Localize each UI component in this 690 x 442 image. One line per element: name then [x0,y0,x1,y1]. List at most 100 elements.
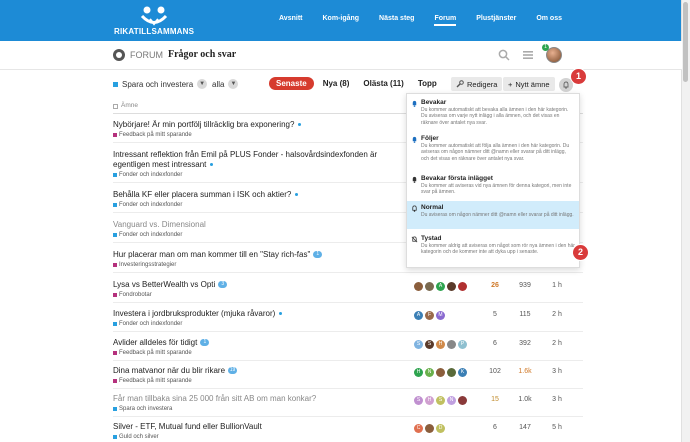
reply-count: 6 [493,424,497,431]
hamburger-menu-icon[interactable] [522,49,534,61]
logo-text: RIKATILLSAMMANS [114,27,195,36]
edit-button-label: Redigera [467,79,498,89]
avatar[interactable]: H [436,340,445,349]
avatar[interactable]: M [436,311,445,320]
view-count: 392 [519,340,531,347]
avatar[interactable] [414,282,423,291]
nav-item-forum[interactable]: Forum [434,15,456,26]
activity-time[interactable]: 1 h [545,282,569,289]
avatar[interactable]: A [436,282,445,291]
unread-count-badge[interactable]: 3 [218,281,228,289]
avatar[interactable] [436,368,445,377]
activity-time[interactable]: 3 h [545,396,569,403]
unread-count-badge[interactable]: 1 [313,251,323,259]
unread-count-badge[interactable]: 19 [228,367,238,375]
tag-filter-dropdown[interactable]: alla ▼ [212,79,239,89]
activity-time[interactable]: 3 h [545,368,569,375]
nav-item-plustjanster[interactable]: Plustjänster [476,15,516,22]
notification-option-foljer[interactable]: Följer Du kommer automatiskt att följa a… [407,132,579,165]
avatar[interactable]: C [414,424,423,433]
bell-filled-icon [412,176,417,183]
notification-option-bevakar-forsta[interactable]: Bevakar första inlägget Du kommer att av… [407,172,579,199]
avatar[interactable]: S [414,340,423,349]
forum-label[interactable]: FORUM [130,50,163,60]
poster-avatars: S S H P [414,340,467,349]
avatar[interactable]: S [425,340,434,349]
annotation-marker-1: 1 [571,69,586,84]
avatar[interactable] [458,282,467,291]
avatar[interactable] [425,424,434,433]
topic-category[interactable]: Feedback på mitt sparande [113,350,583,356]
nav-item-kom-igang[interactable]: Kom-igång [322,15,359,22]
unread-count-badge[interactable]: 1 [200,339,210,347]
table-row[interactable]: Silver - ETF, Mutual fund eller BullionV… [113,422,583,442]
bell-outline-icon [412,205,417,212]
notification-option-bevakar[interactable]: Bevakar Du kommer automatiskt att bevaka… [407,96,579,129]
user-avatar[interactable]: 1 [542,44,562,63]
activity-time[interactable]: 2 h [545,340,569,347]
option-description: Du kommer att aviseras vid nya ämnen för… [421,183,572,196]
avatar[interactable] [458,396,467,405]
topic-category[interactable]: Fonder och indexfonder [113,321,583,327]
avatar[interactable]: N [425,368,434,377]
activity-time[interactable]: 2 h [545,311,569,318]
nav-item-nasta-steg[interactable]: Nästa steg [379,15,414,22]
new-topic-label: Nytt ämne [515,79,550,89]
top-navigation: RIKATILLSAMMANS Avsnitt Kom-igång Nästa … [0,0,682,41]
avatar[interactable] [447,340,456,349]
avatar[interactable]: K [458,368,467,377]
search-icon[interactable] [498,49,510,61]
table-row[interactable]: Lysa vs BetterWealth vs Opti 3 Fondrobota… [113,280,583,303]
bell-icon [563,81,569,89]
activity-time[interactable]: 5 h [545,424,569,431]
avatar[interactable]: A [414,311,423,320]
view-count: 147 [519,424,531,431]
new-topic-button[interactable]: + Nytt ämne [503,77,555,91]
category-swatch [113,435,117,439]
bell-filled-icon [412,100,417,107]
avatar[interactable]: N [447,396,456,405]
select-checkbox-icon[interactable] [113,104,118,109]
topic-category[interactable]: Feedback på mitt sparande [113,378,583,384]
avatar[interactable]: F [425,311,434,320]
edit-category-button[interactable]: Redigera [451,77,503,91]
avatar[interactable] [447,368,456,377]
topic-category[interactable]: Fondrobotar [113,292,583,298]
tab-nya[interactable]: Nya (8) [318,77,355,90]
table-row[interactable]: Får man tillbaka sina 25 000 från sitt A… [113,394,583,417]
tab-topp[interactable]: Topp [413,77,442,90]
site-logo[interactable]: RIKATILLSAMMANS [114,5,194,37]
topic-column-header[interactable]: Ämne [121,102,138,109]
nav-item-avsnitt[interactable]: Avsnitt [279,15,302,22]
avatar[interactable]: P [458,340,467,349]
notification-option-normal[interactable]: Normal Du aviseras om någon nämner ditt … [407,201,579,229]
category-filter-dropdown[interactable]: Spara och investera ▼ [113,79,208,89]
category-notifications-button[interactable] [559,78,573,92]
avatar[interactable] [425,282,434,291]
avatar[interactable]: D [436,424,445,433]
notification-option-tystad[interactable]: Tystad Du kommer aldrig att aviseras om … [407,232,579,259]
avatar[interactable]: H [414,368,423,377]
scrollbar-thumb[interactable] [683,2,688,82]
topic-title[interactable]: Intressant reflektion från Emil på PLUS … [113,150,403,170]
tab-olasta[interactable]: Olästa (11) [358,77,408,90]
table-row[interactable]: Dina matvanor när du blir rikare 19 Feedb… [113,366,583,389]
new-topic-dot [295,193,299,197]
nav-item-om-oss[interactable]: Om oss [536,15,562,22]
category-swatch [113,133,117,137]
table-row[interactable]: Investera i jordbruksprodukter (mjuka rå… [113,309,583,332]
topic-category[interactable]: Guld och silver [113,434,583,440]
avatar[interactable]: S [414,396,423,405]
new-topic-dot [210,163,214,167]
topic-category[interactable]: Spara och investera [113,406,583,412]
page-scrollbar[interactable] [681,0,690,442]
option-title: Följer [421,135,439,142]
table-row[interactable]: Avlider alldeles för tidigt 1 Feedback på… [113,338,583,361]
avatar[interactable]: H [425,396,434,405]
forum-logo-icon[interactable] [113,49,125,61]
tab-senaste[interactable]: Senaste [269,77,314,90]
avatar[interactable] [447,282,456,291]
category-swatch [113,263,117,267]
avatar[interactable]: S [436,396,445,405]
forum-category-title[interactable]: Frågor och svar [168,49,236,60]
